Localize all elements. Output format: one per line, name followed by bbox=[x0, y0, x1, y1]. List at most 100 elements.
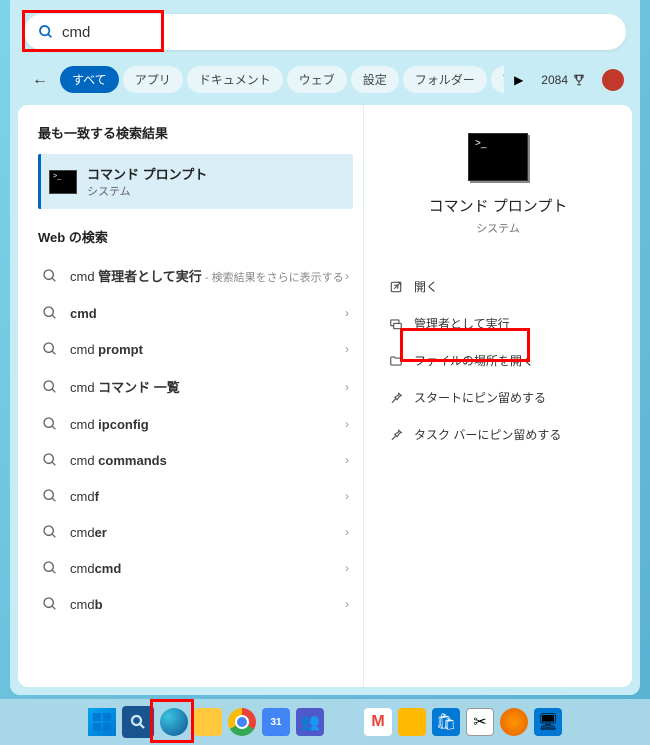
taskbar-firefox-icon[interactable] bbox=[500, 708, 528, 736]
more-tabs-icon[interactable]: ▶ bbox=[514, 73, 523, 87]
results-content: 最も一致する検索結果 コマンド プロンプト システム Web の検索 cmd 管… bbox=[18, 105, 632, 687]
filter-tab[interactable]: ドキュメント bbox=[187, 66, 283, 93]
best-match-text: コマンド プロンプト システム bbox=[87, 164, 345, 199]
taskbar-teams-icon[interactable]: 👥 bbox=[296, 708, 324, 736]
taskbar-clipchamp-icon[interactable] bbox=[330, 708, 358, 736]
filter-tab[interactable]: 写 bbox=[491, 66, 504, 93]
filter-tab[interactable]: すべて bbox=[60, 66, 119, 93]
results-left-column: 最も一致する検索結果 コマンド プロンプト システム Web の検索 cmd 管… bbox=[18, 105, 363, 687]
search-icon bbox=[42, 524, 58, 540]
action-label: スタートにピン留めする bbox=[414, 389, 546, 406]
filter-tab[interactable]: 設定 bbox=[351, 66, 399, 93]
web-items-list: cmd 管理者として実行 - 検索結果をさらに表示する›cmd›cmd prom… bbox=[38, 256, 353, 622]
search-icon bbox=[42, 416, 58, 432]
preview-action-open[interactable]: 開く bbox=[380, 268, 616, 305]
web-item-text: cmdcmd bbox=[70, 561, 345, 576]
rewards-points: 2084 bbox=[541, 73, 568, 87]
web-search-item[interactable]: cmd ipconfig› bbox=[38, 406, 353, 442]
pin-icon bbox=[388, 428, 404, 442]
search-icon bbox=[42, 305, 58, 321]
web-item-text: cmd prompt bbox=[70, 342, 345, 357]
best-match-subtitle: システム bbox=[87, 183, 345, 199]
preview-subtitle: システム bbox=[380, 220, 616, 236]
web-item-text: cmder bbox=[70, 525, 345, 540]
filter-tab[interactable]: アプリ bbox=[123, 66, 183, 93]
taskbar-edge-icon[interactable] bbox=[160, 708, 188, 736]
web-search-item[interactable]: cmd コマンド 一覧› bbox=[38, 367, 353, 406]
action-label: 管理者として実行 bbox=[414, 315, 510, 332]
taskbar-store-icon[interactable]: 🛍 bbox=[432, 708, 460, 736]
search-bar-container bbox=[10, 0, 640, 62]
open-icon bbox=[388, 280, 404, 294]
preview-action-pin[interactable]: タスク バーにピン留めする bbox=[380, 416, 616, 453]
web-search-item[interactable]: cmdcmd› bbox=[38, 550, 353, 586]
filter-tab[interactable]: ウェブ bbox=[287, 66, 347, 93]
trophy-icon bbox=[572, 73, 586, 87]
taskbar-explorer-icon[interactable] bbox=[194, 708, 222, 736]
chevron-right-icon: › bbox=[345, 380, 349, 394]
chevron-right-icon: › bbox=[345, 269, 349, 283]
best-match-item[interactable]: コマンド プロンプト システム bbox=[38, 154, 353, 209]
web-item-text: cmd commands bbox=[70, 453, 345, 468]
folder-icon bbox=[388, 354, 404, 368]
taskbar-remote-icon[interactable]: 🖥 bbox=[534, 708, 562, 736]
search-panel: ← すべてアプリドキュメントウェブ設定フォルダー写 ▶ 2084 最も一致する検… bbox=[10, 0, 640, 695]
search-icon bbox=[38, 24, 54, 40]
preview-action-folder[interactable]: ファイルの場所を開く bbox=[380, 342, 616, 379]
web-search-item[interactable]: cmd 管理者として実行 - 検索結果をさらに表示する› bbox=[38, 256, 353, 295]
web-search-item[interactable]: cmd commands› bbox=[38, 442, 353, 478]
taskbar-snip-icon[interactable]: ✂ bbox=[466, 708, 494, 736]
pin-icon bbox=[388, 391, 404, 405]
web-item-text: cmdf bbox=[70, 489, 345, 504]
preview-action-pin[interactable]: スタートにピン留めする bbox=[380, 379, 616, 416]
action-label: タスク バーにピン留めする bbox=[414, 426, 561, 443]
best-match-title: コマンド プロンプト bbox=[87, 164, 345, 183]
filter-tabs-row: ← すべてアプリドキュメントウェブ設定フォルダー写 ▶ 2084 bbox=[10, 62, 640, 105]
preview-action-admin[interactable]: 管理者として実行 bbox=[380, 305, 616, 342]
best-match-header: 最も一致する検索結果 bbox=[38, 123, 353, 142]
chevron-right-icon: › bbox=[345, 597, 349, 611]
action-label: ファイルの場所を開く bbox=[414, 352, 534, 369]
preview-title: コマンド プロンプト bbox=[380, 195, 616, 216]
back-arrow-icon[interactable]: ← bbox=[26, 71, 54, 89]
web-search-item[interactable]: cmdf› bbox=[38, 478, 353, 514]
web-search-item[interactable]: cmder› bbox=[38, 514, 353, 550]
search-icon bbox=[42, 452, 58, 468]
taskbar-gmail-icon[interactable]: M bbox=[364, 708, 392, 736]
search-input[interactable] bbox=[62, 24, 612, 41]
web-search-item[interactable]: cmd prompt› bbox=[38, 331, 353, 367]
chevron-right-icon: › bbox=[345, 561, 349, 575]
taskbar-search-button[interactable] bbox=[122, 706, 154, 738]
taskbar-chrome-icon[interactable] bbox=[228, 708, 256, 736]
search-icon bbox=[42, 379, 58, 395]
chevron-right-icon: › bbox=[345, 489, 349, 503]
web-item-text: cmd コマンド 一覧 bbox=[70, 377, 345, 396]
search-icon bbox=[42, 341, 58, 357]
web-item-text: cmdb bbox=[70, 597, 345, 612]
web-item-text: cmd bbox=[70, 306, 345, 321]
taskbar-calendar-icon[interactable]: 31 bbox=[262, 708, 290, 736]
web-search-item[interactable]: cmdb› bbox=[38, 586, 353, 622]
chevron-right-icon: › bbox=[345, 306, 349, 320]
web-item-text: cmd 管理者として実行 - 検索結果をさらに表示する bbox=[70, 266, 345, 285]
web-item-text: cmd ipconfig bbox=[70, 417, 345, 432]
chevron-right-icon: › bbox=[345, 525, 349, 539]
search-icon bbox=[42, 596, 58, 612]
chevron-right-icon: › bbox=[345, 342, 349, 356]
taskbar-notes-icon[interactable] bbox=[398, 708, 426, 736]
search-icon bbox=[42, 488, 58, 504]
filter-tab[interactable]: フォルダー bbox=[403, 66, 487, 93]
cmd-prompt-icon bbox=[49, 170, 77, 194]
web-search-header: Web の検索 bbox=[38, 227, 353, 246]
user-avatar[interactable] bbox=[602, 69, 624, 91]
preview-app-icon bbox=[468, 133, 528, 181]
filter-tabs: すべてアプリドキュメントウェブ設定フォルダー写 bbox=[60, 66, 504, 93]
taskbar-start-button[interactable] bbox=[88, 708, 116, 736]
rewards-indicator[interactable]: 2084 bbox=[541, 73, 586, 87]
web-search-item[interactable]: cmd› bbox=[38, 295, 353, 331]
search-bar[interactable] bbox=[24, 14, 626, 50]
preview-column: コマンド プロンプト システム 開く管理者として実行ファイルの場所を開くスタート… bbox=[363, 105, 632, 687]
chevron-right-icon: › bbox=[345, 417, 349, 431]
admin-icon bbox=[388, 317, 404, 331]
taskbar: 31 👥 M 🛍 ✂ 🖥 bbox=[0, 699, 650, 745]
